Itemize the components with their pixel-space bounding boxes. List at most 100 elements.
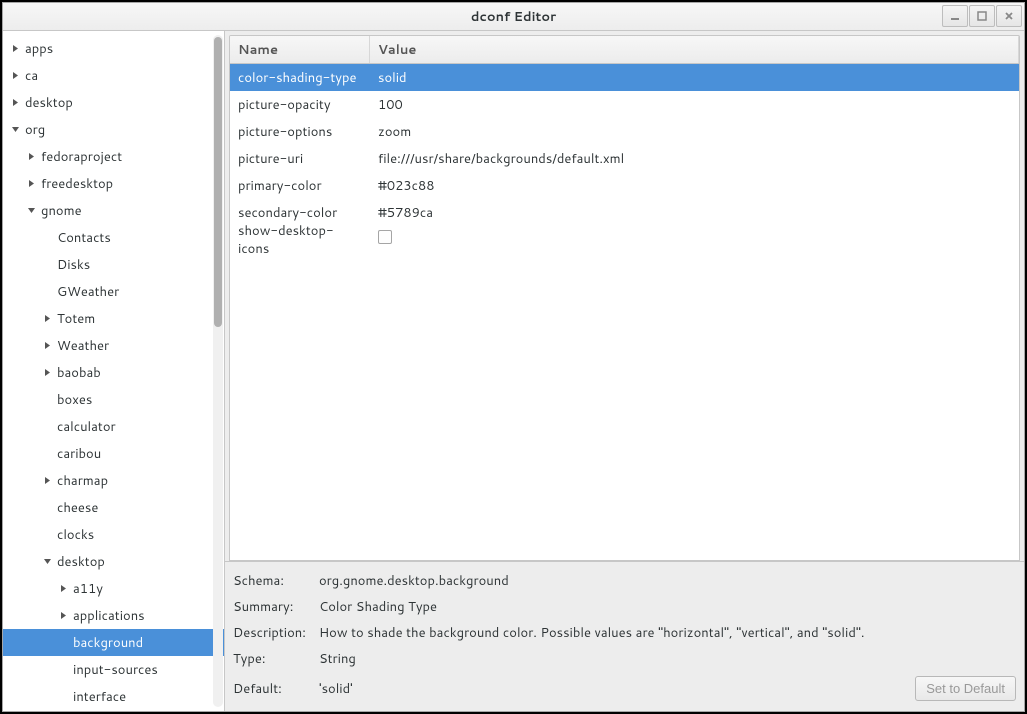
- type-label: Type:: [233, 650, 319, 668]
- maximize-button[interactable]: [969, 5, 995, 27]
- chevron-right-icon[interactable]: [25, 178, 37, 190]
- chevron-right-icon[interactable]: [57, 583, 69, 595]
- chevron-down-icon[interactable]: [9, 124, 21, 136]
- tree-item-label: fedoraproject: [41, 148, 122, 166]
- tree-item-desktop[interactable]: desktop: [3, 89, 224, 116]
- tree-item-label: background: [73, 634, 143, 652]
- window-controls: [942, 5, 1022, 27]
- chevron-right-icon[interactable]: [25, 151, 37, 163]
- tree-item-label: Disks: [57, 256, 90, 274]
- tree-item-label: apps: [25, 40, 53, 58]
- chevron-right-icon[interactable]: [41, 313, 53, 325]
- tree-item-label: desktop: [25, 94, 73, 112]
- checkbox[interactable]: [378, 230, 392, 244]
- table-row[interactable]: picture-urifile:///usr/share/backgrounds…: [230, 145, 1019, 172]
- tree-item-weather[interactable]: Weather: [3, 332, 224, 359]
- tree-item-label: boxes: [57, 391, 92, 409]
- tree-item-clocks[interactable]: clocks: [3, 521, 224, 548]
- chevron-right-icon[interactable]: [9, 70, 21, 82]
- column-header-value[interactable]: Value: [370, 36, 1019, 63]
- default-value: 'solid': [319, 680, 915, 698]
- tree-item-applications[interactable]: applications: [3, 602, 224, 629]
- table-row[interactable]: primary-color#023c88: [230, 172, 1019, 199]
- sidebar-scrollbar[interactable]: [213, 35, 223, 707]
- tree-item-interface[interactable]: interface: [3, 683, 224, 710]
- chevron-right-icon[interactable]: [41, 475, 53, 487]
- table-row[interactable]: color-shading-typesolid: [230, 64, 1019, 91]
- key-name: picture-options: [230, 123, 370, 141]
- key-name: picture-opacity: [230, 96, 370, 114]
- summary-label: Summary:: [233, 598, 319, 616]
- chevron-down-icon[interactable]: [25, 205, 37, 217]
- maximize-icon: [977, 11, 987, 21]
- tree-item-freedesktop[interactable]: freedesktop: [3, 170, 224, 197]
- key-name: primary-color: [230, 177, 370, 195]
- tree-item-background[interactable]: background: [3, 629, 224, 656]
- tree-item-org[interactable]: org: [3, 116, 224, 143]
- tree-item-label: clocks: [57, 526, 94, 544]
- tree-item-a11y[interactable]: a11y: [3, 575, 224, 602]
- minimize-icon: [950, 11, 960, 21]
- window-title: dconf Editor: [471, 8, 556, 26]
- tree-item-label: Contacts: [57, 229, 111, 247]
- tree-item-label: org: [25, 121, 45, 139]
- tree-item-fedoraproject[interactable]: fedoraproject: [3, 143, 224, 170]
- tree-item-gnome[interactable]: gnome: [3, 197, 224, 224]
- type-value: String: [319, 650, 1016, 668]
- chevron-right-icon[interactable]: [9, 97, 21, 109]
- tree-item-label: gnome: [41, 202, 82, 220]
- tree-item-cheese[interactable]: cheese: [3, 494, 224, 521]
- schema-tree: apps ca desktop org fedoraproject freedesktop…: [3, 35, 224, 710]
- key-value: #023c88: [370, 177, 1019, 195]
- tree-item-label: calculator: [57, 418, 116, 436]
- app-window: dconf Editor apps ca desktop org fedoraproje…: [2, 2, 1025, 712]
- default-label: Default:: [233, 680, 319, 698]
- key-name: picture-uri: [230, 150, 370, 168]
- tree-item-contacts[interactable]: Contacts: [3, 224, 224, 251]
- tree-item-baobab[interactable]: baobab: [3, 359, 224, 386]
- content-area: apps ca desktop org fedoraproject freedesktop…: [3, 31, 1024, 711]
- chevron-down-icon[interactable]: [41, 556, 53, 568]
- chevron-right-icon[interactable]: [41, 367, 53, 379]
- chevron-right-icon[interactable]: [9, 43, 21, 55]
- tree-item-input-sources[interactable]: input-sources: [3, 656, 224, 683]
- tree-item-label: desktop: [57, 553, 105, 571]
- table-row[interactable]: show-desktop-icons: [230, 226, 1019, 253]
- right-pane: Name Value color-shading-typesolidpictur…: [225, 31, 1024, 711]
- tree-item-calculator[interactable]: calculator: [3, 413, 224, 440]
- summary-value: Color Shading Type: [319, 598, 1016, 616]
- description-value: How to shade the background color. Possi…: [319, 624, 1016, 642]
- column-header-name[interactable]: Name: [230, 36, 370, 63]
- close-button[interactable]: [996, 5, 1022, 27]
- tree-item-gweather[interactable]: GWeather: [3, 278, 224, 305]
- key-value: solid: [370, 69, 1019, 87]
- tree-item-desktop[interactable]: desktop: [3, 548, 224, 575]
- tree-item-label: Totem: [57, 310, 95, 328]
- chevron-right-icon[interactable]: [41, 340, 53, 352]
- table-row[interactable]: picture-opacity100: [230, 91, 1019, 118]
- set-to-default-button[interactable]: Set to Default: [915, 676, 1016, 701]
- key-value: [370, 230, 1019, 249]
- tree-item-boxes[interactable]: boxes: [3, 386, 224, 413]
- tree-item-ca[interactable]: ca: [3, 62, 224, 89]
- sidebar-scrollbar-thumb[interactable]: [214, 37, 222, 327]
- schema-tree-sidebar[interactable]: apps ca desktop org fedoraproject freedesktop…: [3, 31, 225, 711]
- tree-item-label: cheese: [57, 499, 98, 517]
- titlebar[interactable]: dconf Editor: [3, 3, 1024, 31]
- table-row[interactable]: picture-optionszoom: [230, 118, 1019, 145]
- tree-item-label: ca: [25, 67, 38, 85]
- description-label: Description:: [233, 624, 319, 642]
- tree-item-disks[interactable]: Disks: [3, 251, 224, 278]
- tree-item-totem[interactable]: Totem: [3, 305, 224, 332]
- minimize-button[interactable]: [942, 5, 968, 27]
- table-header: Name Value: [230, 36, 1019, 64]
- key-value: zoom: [370, 123, 1019, 141]
- chevron-right-icon[interactable]: [57, 610, 69, 622]
- tree-item-apps[interactable]: apps: [3, 35, 224, 62]
- tree-item-label: applications: [73, 607, 145, 625]
- key-value: file:///usr/share/backgrounds/default.xm…: [370, 150, 1019, 168]
- tree-item-label: freedesktop: [41, 175, 113, 193]
- tree-item-charmap[interactable]: charmap: [3, 467, 224, 494]
- table-body[interactable]: color-shading-typesolidpicture-opacity10…: [230, 64, 1019, 560]
- tree-item-caribou[interactable]: caribou: [3, 440, 224, 467]
